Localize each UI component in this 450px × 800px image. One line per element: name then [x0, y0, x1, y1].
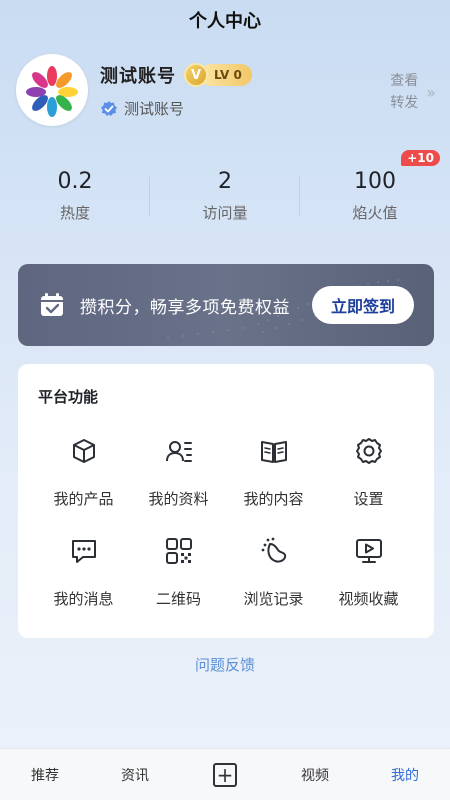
verified-badge-icon	[101, 100, 117, 116]
platform-features-card: 平台功能 我的产品 我的资料 我的内容 设置 我的消息 二维码 浏览记录 视频收…	[18, 364, 434, 638]
stat-value: 2	[218, 169, 232, 194]
stat-value: 0.2	[57, 169, 93, 194]
history-icon	[261, 537, 286, 563]
gear-icon	[355, 438, 382, 464]
feature-my-profile[interactable]: 我的资料	[131, 432, 226, 532]
feature-label: 视频收藏	[338, 590, 399, 608]
signin-button[interactable]: 立即签到	[312, 286, 414, 324]
feature-video-collection[interactable]: 视频收藏	[321, 532, 416, 632]
feature-settings[interactable]: 设置	[321, 432, 416, 532]
tab-video[interactable]: 视频	[270, 749, 360, 800]
tab-recommend[interactable]: 推荐	[0, 749, 90, 800]
feature-label: 我的资料	[148, 490, 209, 508]
stat-visits[interactable]: 2 访问量	[150, 168, 300, 228]
feature-label: 二维码	[155, 590, 201, 608]
view-forward-line1: 查看	[390, 73, 419, 89]
page-title: 个人中心	[189, 11, 261, 32]
page-header: 个人中心	[0, 0, 450, 40]
stat-label: 访问量	[202, 204, 248, 222]
feature-label: 我的产品	[53, 490, 114, 508]
feature-label: 设置	[353, 490, 384, 508]
calendar-check-icon	[41, 293, 63, 316]
view-forward-link[interactable]: 查看 转发 »	[388, 70, 436, 114]
view-forward-line2: 转发	[390, 95, 419, 111]
feature-my-products[interactable]: 我的产品	[36, 432, 131, 532]
increment-badge: +10	[401, 150, 440, 166]
feature-qr-code[interactable]: 二维码	[131, 532, 226, 632]
verified-text: 测试账号	[124, 100, 185, 118]
message-icon	[71, 540, 96, 563]
stats-row: 0.2 热度 2 访问量 +10 100 焰火值	[0, 150, 450, 228]
verified-row: 测试账号	[100, 98, 184, 119]
product-box-icon	[72, 439, 95, 463]
section-title: 平台功能	[38, 388, 99, 406]
profile-card-icon	[165, 441, 192, 462]
book-icon	[260, 441, 287, 463]
stat-value: 100	[354, 169, 396, 194]
feature-my-messages[interactable]: 我的消息	[36, 532, 131, 632]
feedback-link[interactable]: 问题反馈	[0, 654, 450, 675]
feature-label: 浏览记录	[243, 590, 304, 608]
signin-text: 攒积分，畅享多项免费权益	[80, 297, 290, 318]
qr-code-icon	[165, 538, 192, 564]
avatar[interactable]	[16, 54, 88, 126]
bottom-tab-bar: 推荐 资讯 + 视频 我的	[0, 748, 450, 800]
stat-label: 热度	[59, 204, 90, 222]
vip-badge: V	[184, 63, 208, 87]
tab-add[interactable]: +	[180, 749, 270, 800]
stat-heat[interactable]: 0.2 热度	[0, 168, 150, 228]
feature-browse-history[interactable]: 浏览记录	[226, 532, 321, 632]
view-forward-label: 查看 转发	[388, 70, 420, 114]
username: 测试账号	[100, 66, 176, 87]
feature-label: 我的消息	[53, 590, 114, 608]
logo-icon	[26, 66, 78, 117]
video-collect-icon	[355, 539, 382, 563]
plus-icon: +	[213, 763, 237, 787]
feature-grid: 我的产品 我的资料 我的内容 设置 我的消息 二维码 浏览记录 视频收藏	[36, 432, 416, 632]
tab-news[interactable]: 资讯	[90, 749, 180, 800]
feature-my-content[interactable]: 我的内容	[226, 432, 321, 532]
profile-section: 测试账号 V LV 0 测试账号 查看 转发 »	[16, 54, 436, 134]
feature-label: 我的内容	[243, 490, 304, 508]
stat-label: 焰火值	[352, 204, 398, 222]
signin-banner: 攒积分，畅享多项免费权益 立即签到	[18, 264, 434, 346]
name-row: 测试账号 V LV 0	[100, 62, 252, 88]
stat-firework[interactable]: +10 100 焰火值	[300, 150, 450, 228]
tab-mine[interactable]: 我的	[360, 749, 450, 800]
chevron-right-double-icon: »	[426, 82, 436, 102]
